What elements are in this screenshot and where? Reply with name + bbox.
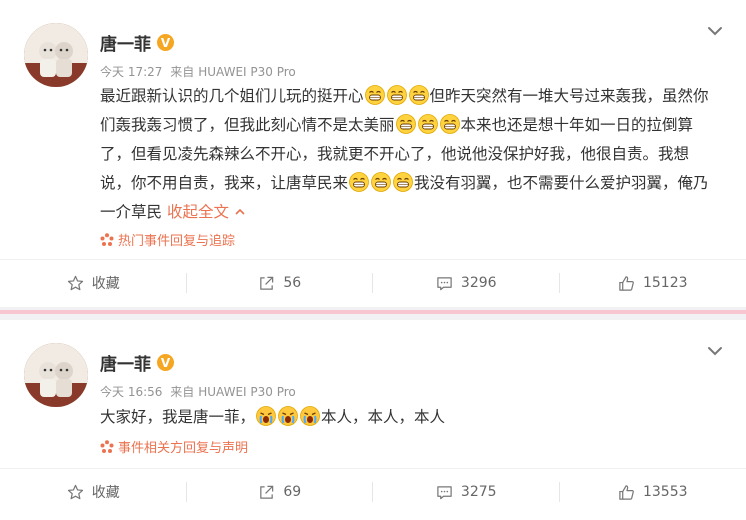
verified-badge-icon: V: [157, 354, 174, 371]
repost-button[interactable]: 56: [187, 260, 374, 306]
device-name: HUAWEI P30 Pro: [198, 385, 296, 399]
cry-emoji-icon: [278, 406, 299, 426]
comment-button[interactable]: 3275: [373, 469, 560, 515]
like-count: 15123: [642, 275, 688, 291]
card-separator-accent: [0, 310, 746, 314]
like-button[interactable]: 13553: [560, 469, 746, 515]
avatar[interactable]: [24, 23, 88, 87]
cry-emoji-icon: [256, 406, 277, 426]
action-bar: 收藏 69 3275 13553: [0, 468, 746, 515]
like-count: 13553: [642, 484, 688, 500]
thumbs-up-icon: [619, 484, 634, 500]
post-text-part: 本人，本人，本人: [321, 408, 446, 426]
action-bar: 收藏 56 3296 15123: [0, 259, 746, 306]
topic-tag-label[interactable]: 热门事件回复与追踪: [118, 230, 235, 249]
like-button[interactable]: 15123: [560, 260, 746, 306]
grin-emoji-icon: [417, 114, 438, 134]
topic-tag-label[interactable]: 事件相关方回复与声明: [118, 437, 248, 456]
avatar[interactable]: [24, 343, 88, 407]
user-name[interactable]: 唐一菲 V: [100, 30, 174, 55]
grin-emoji-icon: [395, 114, 416, 134]
favorite-label: 收藏: [91, 485, 120, 501]
source-prefix: 来自: [170, 385, 195, 399]
star-icon: [67, 484, 83, 499]
grin-emoji-icon: [408, 85, 429, 105]
repost-button[interactable]: 69: [187, 469, 374, 515]
user-name-text[interactable]: 唐一菲: [100, 350, 151, 375]
post-text-part: 最近跟新认识的几个姐们儿玩的挺开心: [100, 87, 364, 105]
post-text: 最近跟新认识的几个姐们儿玩的挺开心 但昨天突然有一堆大号过来轰我，虽然你们轰我轰习…: [100, 82, 716, 227]
post-text-part: 大家好，我是唐一菲，: [100, 408, 256, 426]
grin-emoji-icon: [386, 85, 407, 105]
chevron-up-icon[interactable]: [234, 207, 246, 217]
comment-button[interactable]: 3296: [373, 260, 560, 306]
chevron-down-icon[interactable]: [706, 22, 724, 40]
repost-count: 69: [283, 484, 302, 500]
post-card: 唐一菲 V 今天 16:56 来自 HUAWEI P30 Pro 大家好，我是唐一…: [0, 320, 746, 520]
post-time[interactable]: 今天 17:27: [100, 65, 162, 79]
cry-emoji-icon: [300, 406, 321, 426]
topic-tag[interactable]: 热门事件回复与追踪: [100, 230, 235, 249]
grin-emoji-icon: [349, 172, 370, 192]
post-meta: 今天 17:27 来自 HUAWEI P30 Pro: [100, 63, 300, 80]
star-icon: [67, 275, 83, 290]
share-icon: [260, 485, 274, 499]
verified-badge-icon: V: [157, 34, 174, 51]
grin-emoji-icon: [371, 172, 392, 192]
post-text: 大家好，我是唐一菲， 本人，本人，本人: [100, 403, 716, 432]
favorite-button[interactable]: 收藏: [0, 469, 187, 515]
favorite-label: 收藏: [91, 276, 120, 292]
grin-emoji-icon: [439, 114, 460, 134]
grin-emoji-icon: [393, 172, 414, 192]
thumbs-up-icon: [619, 275, 634, 291]
chevron-down-icon[interactable]: [706, 342, 724, 360]
repost-count: 56: [283, 275, 302, 291]
hot-topic-icon: [100, 439, 114, 453]
comment-count: 3296: [460, 275, 497, 291]
source-prefix: 来自: [170, 65, 195, 79]
comment-count: 3275: [460, 484, 497, 500]
comment-icon: [437, 276, 452, 290]
comment-icon: [437, 485, 452, 499]
share-icon: [260, 276, 274, 290]
collapse-text-label[interactable]: 收起全文: [167, 203, 229, 221]
grin-emoji-icon: [364, 85, 385, 105]
device-name: HUAWEI P30 Pro: [198, 65, 296, 79]
user-name[interactable]: 唐一菲 V: [100, 350, 174, 375]
favorite-button[interactable]: 收藏: [0, 260, 187, 306]
topic-tag[interactable]: 事件相关方回复与声明: [100, 437, 248, 456]
user-name-text[interactable]: 唐一菲: [100, 30, 151, 55]
post-card: 唐一菲 V 今天 17:27 来自 HUAWEI P30 Pro 最近跟新认识的几…: [0, 0, 746, 307]
post-time[interactable]: 今天 16:56: [100, 385, 162, 399]
hot-topic-icon: [100, 232, 114, 246]
collapse-text-link[interactable]: 收起全文: [167, 203, 246, 221]
post-meta: 今天 16:56 来自 HUAWEI P30 Pro: [100, 383, 300, 400]
